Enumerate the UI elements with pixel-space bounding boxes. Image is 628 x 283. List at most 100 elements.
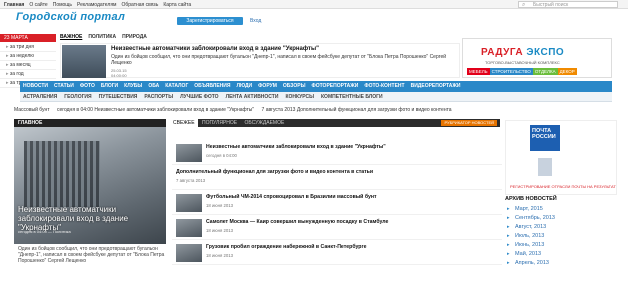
news-title[interactable]: Дополнительный функционал для загрузки ф…: [176, 169, 373, 175]
ad-cat-construction: СТРОИТЕЛЬСТВО: [489, 68, 533, 75]
headline-tabs: ВАЖНОЕ ПОЛИТИКА ПРИРОДА: [60, 34, 147, 40]
subnav-item[interactable]: КОМПЕТЕНТНЫЕ БЛОГИ: [321, 92, 383, 102]
top-menu-item-home[interactable]: Главная: [4, 2, 24, 8]
nav-item[interactable]: ФОТОРЕПОРТАЖИ: [311, 81, 358, 92]
archive-item[interactable]: Июль, 2013: [505, 233, 617, 242]
ticker-item[interactable]: сегодня в 04:00 Неизвестные автоматчики …: [57, 107, 254, 113]
rubricator-button[interactable]: РУБРИКАТОР НОВОСТЕЙ: [441, 120, 497, 126]
nav-item[interactable]: ЛЮДИ: [236, 81, 252, 92]
nav-item[interactable]: ОБЗОРЫ: [283, 81, 306, 92]
news-title[interactable]: Грузовик пробил ограждение набережной в …: [206, 244, 367, 250]
ticker-label: Массовый бунт: [14, 107, 50, 113]
nav-item[interactable]: БЛОГИ: [101, 81, 118, 92]
tab-important[interactable]: ВАЖНОЕ: [60, 34, 82, 40]
news-archive: АРХИВ НОВОСТЕЙ Март, 2015Сентябрь, 2013А…: [505, 196, 617, 269]
news-title[interactable]: Самолет Москва — Каир совершил вынужденн…: [206, 219, 388, 225]
building-image: [24, 141, 100, 207]
top-menu-item-feedback[interactable]: Обратная связь: [121, 2, 158, 8]
period-link-3days[interactable]: за три дня: [0, 43, 56, 52]
ad-categories: МЕБЕЛЬ СТРОИТЕЛЬСТВО ОТДЕЛКА ДЕКОР: [467, 68, 577, 75]
nav-item[interactable]: КЛУБЫ: [124, 81, 142, 92]
news-thumbnail[interactable]: [176, 219, 202, 237]
subnav-item[interactable]: ЛЕНТА АКТИВНОСТИ: [226, 92, 279, 102]
tab-fresh[interactable]: СВЕЖЕЕ: [170, 119, 198, 127]
main-nav: НОВОСТИ СТАТЬИ ФОТО БЛОГИ КЛУБЫ ОБА КАТАЛОГ ОБЪ…: [20, 81, 612, 92]
archive-item[interactable]: Сентябрь, 2013: [505, 215, 617, 224]
news-item[interactable]: Неизвестные автоматчики заблокировали вх…: [172, 140, 502, 165]
headline-news[interactable]: Неизвестные автоматчики заблокировали вх…: [60, 43, 460, 78]
headline-desc: Один из бойцов сообщил, что они предотвр…: [111, 54, 447, 66]
main-feature-label: ГЛАВНОЕ: [14, 119, 166, 127]
right-ad-pochta[interactable]: ПОЧТА РОССИИ РЕГИСТРИРОВАНИЕ ОТРАСЛИ ПОЧ…: [505, 120, 617, 195]
period-link-week[interactable]: за неделю: [0, 52, 56, 61]
archive-item[interactable]: Март, 2015: [505, 206, 617, 215]
headline-time: 25.03.15 04:00:00: [111, 68, 127, 78]
nav-item[interactable]: КАТАЛОГ: [165, 81, 188, 92]
nav-item[interactable]: ВИДЕОРЕПОРТАЖИ: [411, 81, 461, 92]
search-placeholder: Быстрый поиск: [533, 2, 569, 8]
main-feature-image[interactable]: Неизвестные автоматчики заблокировали вх…: [14, 127, 166, 244]
nav-item[interactable]: ОБЪЯВЛЕНИЯ: [194, 81, 230, 92]
top-menu-item-sitemap[interactable]: Карта сайта: [163, 2, 191, 8]
ad-brand: РАДУГА ЭКСПО: [481, 47, 565, 58]
nav-item[interactable]: НОВОСТИ: [23, 81, 48, 92]
subnav-item[interactable]: ПУТЕШЕСТВИЯ: [99, 92, 138, 102]
news-list: Неизвестные автоматчики заблокировали вх…: [172, 140, 502, 265]
ad-banner-raduga[interactable]: РАДУГА ЭКСПО ТОРГОВО-ВЫСТАВОЧНЫЙ КОМПЛЕК…: [462, 38, 612, 78]
subnav-item[interactable]: ГЕОЛОГИЯ: [64, 92, 91, 102]
news-tabs: СВЕЖЕЕ ПОПУЛЯРНОЕ ОБСУЖДАЕМОЕ РУБРИКАТОР…: [170, 119, 500, 127]
ad-cat-decor: ДЕКОР: [557, 68, 577, 75]
news-item[interactable]: Грузовик пробил ограждение набережной в …: [172, 240, 502, 265]
news-title[interactable]: Неизвестные автоматчики заблокировали вх…: [206, 144, 386, 150]
subnav-item[interactable]: АСТРАЛЕНИЯ: [23, 92, 57, 102]
news-item[interactable]: Футбольный ЧМ-2014 спровоцировал в Брази…: [172, 190, 502, 215]
headline-thumbnail[interactable]: [62, 45, 106, 78]
nav-item[interactable]: ФОТО-КОНТЕНТ: [364, 81, 404, 92]
nav-item[interactable]: СТАТЬИ: [54, 81, 74, 92]
top-menu-item-about[interactable]: О сайте: [29, 2, 47, 8]
news-time: 18 июня 2013: [206, 228, 234, 233]
pochta-logo: ПОЧТА РОССИИ: [530, 125, 560, 151]
ticker-item[interactable]: 7 августа 2013 Дополнительный функционал…: [262, 107, 452, 113]
archive-item[interactable]: Июнь, 2013: [505, 242, 617, 251]
nav-item[interactable]: ОБА: [148, 81, 159, 92]
ad-figure: [538, 158, 552, 176]
top-menu: Главная О сайте Помощь Рекламодателям Об…: [4, 2, 191, 8]
news-thumbnail[interactable]: [176, 194, 202, 212]
ad-subtitle: ТОРГОВО-ВЫСТАВОЧНЫЙ КОМПЛЕКС: [485, 60, 560, 65]
tab-politics[interactable]: ПОЛИТИКА: [88, 34, 116, 40]
news-thumbnail[interactable]: [176, 244, 202, 262]
news-thumbnail[interactable]: [176, 144, 202, 162]
tab-nature[interactable]: ПРИРОДА: [122, 34, 147, 40]
news-time: 18 июня 2013: [206, 253, 234, 258]
login-link[interactable]: Вход: [250, 18, 261, 24]
ad-cat-furniture: МЕБЕЛЬ: [467, 68, 490, 75]
nav-item[interactable]: ФОТО: [80, 81, 95, 92]
news-item[interactable]: Дополнительный функционал для загрузки ф…: [172, 165, 502, 190]
news-time: 7 августа 2013: [176, 178, 206, 183]
archive-item[interactable]: Август, 2013: [505, 224, 617, 233]
tab-popular[interactable]: ПОПУЛЯРНОЕ: [199, 119, 240, 127]
archive-item[interactable]: Май, 2013: [505, 251, 617, 260]
sub-nav: АСТРАЛЕНИЯ ГЕОЛОГИЯ ПУТЕШЕСТВИЯ РАСПОРТЫ ЛУЧ…: [20, 92, 612, 102]
subnav-item[interactable]: РАСПОРТЫ: [144, 92, 173, 102]
main-feature-caption[interactable]: Неизвестные автоматчики заблокировали вх…: [18, 205, 162, 232]
tab-discussed[interactable]: ОБСУЖДАЕМОЕ: [242, 119, 288, 127]
date-label: 23 МАРТА: [0, 34, 56, 42]
news-time: сегодня в 04:00: [206, 153, 237, 158]
news-title[interactable]: Футбольный ЧМ-2014 спровоцировал в Брази…: [206, 194, 377, 200]
headline-title[interactable]: Неизвестные автоматчики заблокировали вх…: [111, 46, 319, 52]
archive-item[interactable]: Апрель, 2013: [505, 260, 617, 269]
period-link-year[interactable]: за год: [0, 70, 56, 79]
search-input[interactable]: ⌕ Быстрый поиск: [518, 1, 618, 8]
register-button[interactable]: Зарегистрироваться: [177, 17, 243, 25]
top-menu-item-help[interactable]: Помощь: [53, 2, 72, 8]
site-logo[interactable]: Городской портал: [16, 11, 125, 23]
news-item[interactable]: Самолет Москва — Каир совершил вынужденн…: [172, 215, 502, 240]
archive-title: АРХИВ НОВОСТЕЙ: [505, 196, 557, 202]
subnav-item[interactable]: ЛУЧШИЕ ФОТО: [180, 92, 218, 102]
top-menu-item-advertisers[interactable]: Рекламодателям: [77, 2, 116, 8]
subnav-item[interactable]: КОНКУРСЫ: [285, 92, 314, 102]
period-link-month[interactable]: за месяц: [0, 61, 56, 70]
nav-item[interactable]: ФОРУМ: [258, 81, 277, 92]
